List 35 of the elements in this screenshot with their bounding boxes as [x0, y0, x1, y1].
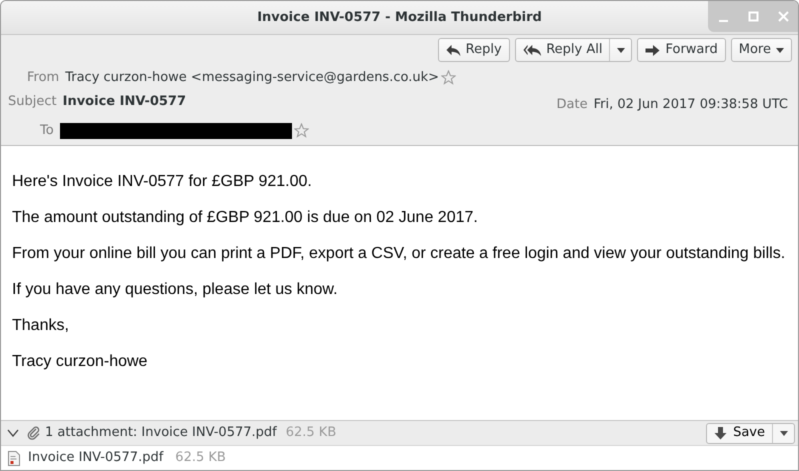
- close-icon: [778, 11, 788, 22]
- forward-arrow-icon: [645, 44, 660, 56]
- toolbar-button[interactable]: Reply: [438, 39, 509, 61]
- date-text: Fri, 02 Jun 2017 09:38:58 UTC: [594, 96, 788, 114]
- paperclip-icon: [27, 426, 41, 440]
- from-label: From: [27, 69, 60, 87]
- pdf-file-icon: [8, 450, 20, 466]
- window-title: Invoice INV-0577 - Mozilla Thunderbird: [257, 8, 542, 27]
- caret-icon: [780, 430, 788, 436]
- body-paragraph: Tracy curzon-howe: [12, 353, 148, 371]
- subject-label: Subject: [8, 93, 57, 111]
- star-icon[interactable]: [441, 70, 456, 86]
- subject-text: Invoice INV-0577: [62, 93, 186, 111]
- body-paragraph: If you have any questions, please let us know.: [12, 281, 338, 299]
- to-label: To: [40, 122, 54, 140]
- caret-icon: [616, 48, 625, 52]
- body-paragraph: Here's Invoice INV-0577 for £GBP 921.00.: [12, 173, 312, 191]
- maximize-icon: [748, 11, 758, 22]
- date-label: Date: [556, 96, 588, 114]
- body-paragraph: The amount outstanding of £GBP 921.00 is due on 02 June 2017.: [12, 209, 478, 227]
- attachment-summary[interactable]: 1 attachment: Invoice INV-0577.pdf: [45, 423, 277, 443]
- download-icon: [714, 426, 728, 440]
- sender-address[interactable]: Tracy curzon-howe <messaging-service@gardens.co.uk>: [65, 68, 440, 88]
- toolbar-button[interactable]: More: [732, 39, 791, 61]
- attachment-size: 62.5 KB: [286, 424, 336, 442]
- reply-all-arrow-icon: [522, 44, 542, 56]
- reply-arrow-icon: [446, 44, 461, 56]
- attachment-size: 62.5 KB: [175, 449, 226, 468]
- attachment-name[interactable]: Invoice INV-0577.pdf: [28, 448, 164, 468]
- body-paragraph: Thanks,: [12, 317, 69, 335]
- minimize-icon: [718, 20, 728, 22]
- body-paragraph: From your online bill you can print a PDF, export a CSV, or create a free login and view your outstanding bills.: [12, 245, 786, 263]
- star-icon[interactable]: [294, 123, 309, 138]
- toolbar-button[interactable]: Forward: [638, 39, 725, 61]
- caret-icon: [776, 48, 784, 52]
